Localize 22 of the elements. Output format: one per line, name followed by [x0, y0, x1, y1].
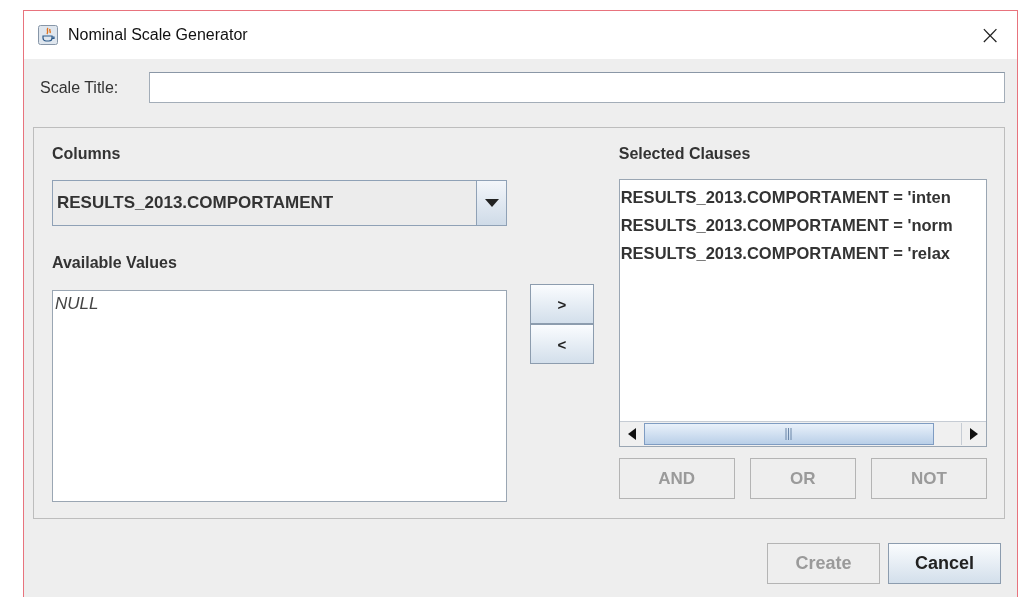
scale-title-field[interactable]: [149, 72, 1005, 103]
cup-icon: [38, 25, 58, 45]
available-values-label: Available Values: [52, 254, 178, 272]
clause-item[interactable]: RESULTS_2013.COMPORTAMENT = 'relax: [620, 239, 985, 267]
columns-dropdown[interactable]: RESULTS_2013.COMPORTAMENT: [52, 180, 507, 226]
clause-item[interactable]: RESULTS_2013.COMPORTAMENT = 'inten: [620, 183, 985, 211]
value-item[interactable]: NULL: [55, 294, 504, 314]
left-arrow-icon[interactable]: [627, 428, 636, 440]
move-button[interactable]: >: [530, 284, 594, 324]
clause-item[interactable]: RESULTS_2013.COMPORTAMENT = 'norm: [620, 211, 985, 239]
scale-title-label: Scale Title:: [40, 78, 119, 97]
scrollbar-thumb[interactable]: [643, 423, 934, 445]
horizontal-scrollbar[interactable]: [619, 421, 986, 446]
window-title: Nominal Scale Generator: [68, 26, 248, 44]
right-arrow-icon[interactable]: [970, 428, 978, 440]
grip-icon: [785, 428, 793, 440]
dialog-button[interactable]: Cancel: [888, 543, 1001, 584]
move-button[interactable]: <: [530, 324, 594, 364]
close-button[interactable]: ×: [975, 20, 1005, 50]
dropdown-arrow-icon: [484, 199, 499, 207]
selected-clauses-label: Selected Clauses: [618, 145, 752, 163]
columns-label: Columns: [52, 145, 122, 163]
